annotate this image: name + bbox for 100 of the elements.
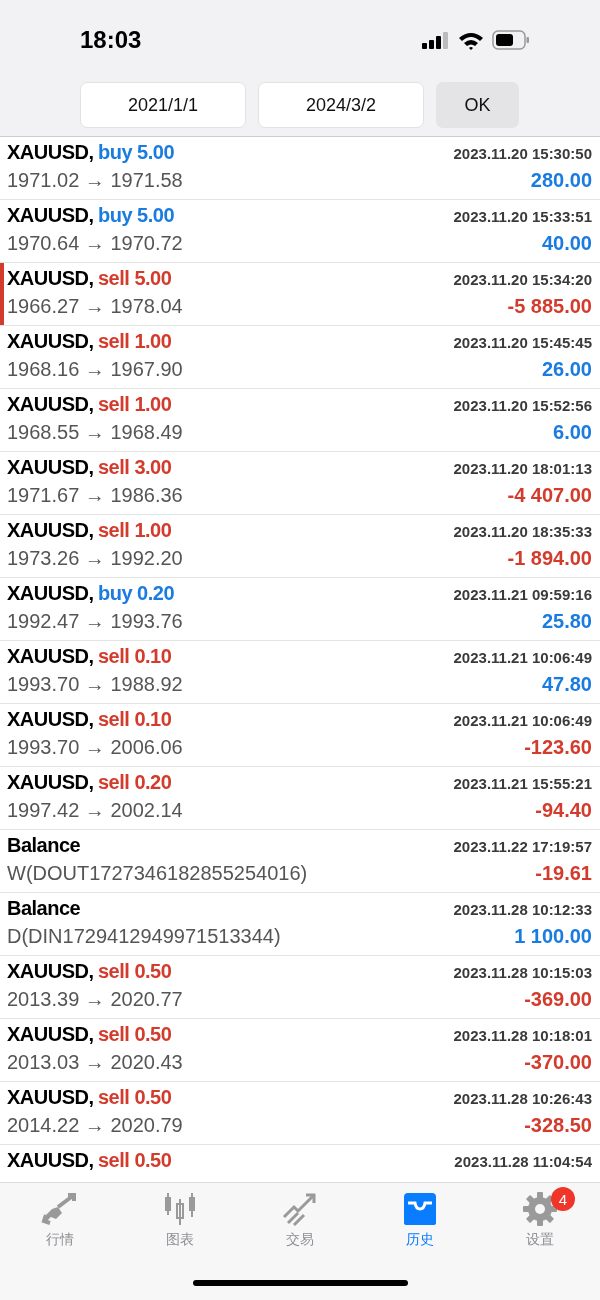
profit-label: 1 100.00 — [514, 925, 592, 948]
profit-label: -94.40 — [535, 799, 592, 822]
deal-time: 2023.11.28 10:12:33 — [453, 901, 592, 918]
price-label: 1997.42 → 2002.14 — [7, 799, 183, 822]
deal-time: 2023.11.20 15:30:50 — [453, 145, 592, 162]
order-label: sell 0.10 — [97, 708, 172, 730]
symbol-label: XAUUSD, — [7, 960, 94, 982]
profit-label: 280.00 — [530, 169, 592, 192]
order-label: sell 0.20 — [97, 771, 172, 793]
signal-icon — [422, 31, 450, 49]
profit-label: 26.00 — [541, 358, 592, 381]
order-label: sell 5.00 — [97, 267, 172, 289]
deal-time: 2023.11.21 10:06:49 — [453, 712, 592, 729]
profit-label: -1 894.00 — [507, 547, 592, 570]
symbol-label: XAUUSD, — [7, 1149, 94, 1171]
price-label: 1966.27 → 1978.04 — [7, 295, 183, 318]
deal-time: 2023.11.20 15:34:20 — [453, 271, 592, 288]
deal-time: 2023.11.20 18:01:13 — [453, 460, 592, 477]
price-label: 1968.16 → 1967.90 — [7, 358, 183, 381]
symbol-label: XAUUSD, — [7, 456, 94, 478]
battery-icon — [492, 30, 530, 50]
symbol-label: XAUUSD, — [7, 645, 94, 667]
price-label: 1971.67 → 1986.36 — [7, 484, 183, 507]
order-label: sell 0.10 — [97, 645, 172, 667]
symbol-label: Balance — [7, 834, 81, 856]
deal-time: 2023.11.21 09:59:16 — [453, 586, 592, 603]
history-row[interactable]: XAUUSD, sell 1.00 2023.11.20 18:35:33 1973.26 → 1992.20 -1 894.00 — [0, 515, 600, 578]
deal-time: 2023.11.28 11:04:54 — [454, 1153, 592, 1170]
symbol-label: XAUUSD, — [7, 582, 94, 604]
symbol-label: XAUUSD, — [7, 708, 94, 730]
history-row[interactable]: XAUUSD, sell 0.10 2023.11.21 10:06:49 1993.70 → 1988.92 47.80 — [0, 641, 600, 704]
tab-label: 图表 — [166, 1231, 194, 1249]
symbol-label: XAUUSD, — [7, 204, 94, 226]
ok-button[interactable]: OK — [436, 82, 519, 128]
order-label: sell 3.00 — [97, 456, 172, 478]
order-label: buy 0.20 — [97, 582, 174, 604]
price-label: 1970.64 → 1970.72 — [7, 232, 183, 255]
history-row[interactable]: XAUUSD, sell 1.00 2023.11.20 15:45:45 1968.16 → 1967.90 26.00 — [0, 326, 600, 389]
tab-item[interactable]: 设置 4 — [480, 1183, 600, 1265]
order-label: sell 1.00 — [97, 519, 172, 541]
profit-label: 6.00 — [553, 421, 592, 444]
deal-time: 2023.11.20 15:52:56 — [453, 397, 592, 414]
price-label: 2014.22 → 2020.79 — [7, 1114, 183, 1137]
wifi-icon — [458, 30, 484, 50]
history-row[interactable]: XAUUSD, sell 0.20 2023.11.21 15:55:21 1997.42 → 2002.14 -94.40 — [0, 767, 600, 830]
order-label: sell 0.50 — [97, 960, 172, 982]
symbol-label: XAUUSD, — [7, 1086, 94, 1108]
symbol-label: XAUUSD, — [7, 267, 94, 289]
order-label: sell 1.00 — [97, 330, 172, 352]
profit-label: -5 885.00 — [507, 295, 592, 318]
price-label: 2013.39 → 2020.77 — [7, 988, 183, 1011]
tab-label: 历史 — [406, 1231, 434, 1249]
deal-time: 2023.11.28 10:18:01 — [453, 1027, 592, 1044]
history-row[interactable]: XAUUSD, buy 0.20 2023.11.21 09:59:16 1992.47 → 1993.76 25.80 — [0, 578, 600, 641]
profit-label: -369.00 — [524, 988, 592, 1011]
order-label: sell 1.00 — [97, 393, 172, 415]
deal-time: 2023.11.21 10:06:49 — [453, 649, 592, 666]
history-row[interactable]: Balance 2023.11.22 17:19:57 W(DOUT1727346182855254016) -19.61 — [0, 830, 600, 893]
profit-label: -4 407.00 — [507, 484, 592, 507]
price-label: 1992.47 → 1993.76 — [7, 610, 183, 633]
deal-time: 2023.11.20 15:33:51 — [453, 208, 592, 225]
symbol-label: XAUUSD, — [7, 519, 94, 541]
profit-label: 47.80 — [541, 673, 592, 696]
deal-time: 2023.11.28 10:15:03 — [453, 964, 592, 981]
price-label: 2013.03 → 2020.43 — [7, 1051, 183, 1074]
deal-time: 2023.11.20 15:45:45 — [453, 334, 592, 351]
price-label: 1973.26 → 1992.20 — [7, 547, 183, 570]
start-date-field[interactable]: 2021/1/1 — [80, 82, 246, 128]
price-label: 1968.55 → 1968.49 — [7, 421, 183, 444]
tab-label: 交易 — [286, 1231, 314, 1249]
price-label: 1971.02 → 1971.58 — [7, 169, 183, 192]
profit-label: -123.60 — [524, 736, 592, 759]
symbol-label: XAUUSD, — [7, 141, 94, 163]
history-row[interactable]: Balance 2023.11.28 10:12:33 D(DIN1729412949971513344) 1 100.00 — [0, 893, 600, 956]
symbol-label: XAUUSD, — [7, 771, 94, 793]
price-label: 1993.70 → 1988.92 — [7, 673, 183, 696]
order-label: sell 0.50 — [97, 1149, 172, 1171]
tab-label: 设置 — [526, 1231, 554, 1249]
history-row[interactable]: XAUUSD, buy 5.00 2023.11.20 15:33:51 1970.64 → 1970.72 40.00 — [0, 200, 600, 263]
price-label: D(DIN1729412949971513344) — [7, 925, 281, 948]
end-date-field[interactable]: 2024/3/2 — [258, 82, 424, 128]
profit-label: -328.50 — [524, 1114, 592, 1137]
settings-icon — [520, 1191, 560, 1227]
deal-time: 2023.11.22 17:19:57 — [453, 838, 592, 855]
price-label: 1993.70 → 2006.06 — [7, 736, 183, 759]
deal-time: 2023.11.28 10:26:43 — [453, 1090, 592, 1107]
order-label: buy 5.00 — [97, 141, 174, 163]
order-label: buy 5.00 — [97, 204, 174, 226]
order-label: sell 0.50 — [97, 1086, 172, 1108]
order-label: sell 0.50 — [97, 1023, 172, 1045]
status-time: 18:03 — [80, 26, 142, 54]
symbol-label: XAUUSD, — [7, 330, 94, 352]
history-row[interactable]: XAUUSD, sell 1.00 2023.11.20 15:52:56 1968.55 → 1968.49 6.00 — [0, 389, 600, 452]
deal-time: 2023.11.21 15:55:21 — [453, 775, 592, 792]
profit-label: -370.00 — [524, 1051, 592, 1074]
notification-badge: 4 — [551, 1187, 575, 1211]
symbol-label: XAUUSD, — [7, 393, 94, 415]
profit-label: 25.80 — [541, 610, 592, 633]
deal-time: 2023.11.20 18:35:33 — [453, 523, 592, 540]
tab-item[interactable]: 历史 — [360, 1183, 480, 1265]
